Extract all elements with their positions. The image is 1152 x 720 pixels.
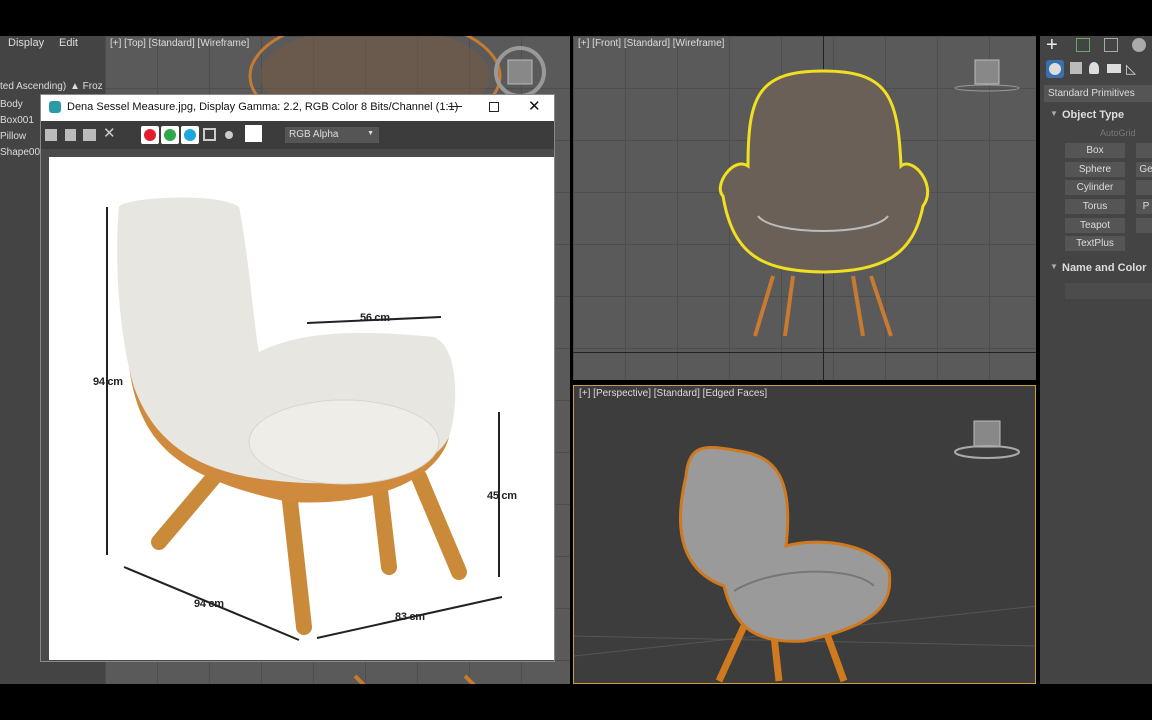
clone-icon[interactable] <box>65 129 76 141</box>
width-dimension: 83 cm <box>395 611 425 623</box>
cameras-icon[interactable] <box>1107 64 1121 73</box>
depth-dimension: 94 cm <box>194 598 224 610</box>
title-bar[interactable]: Dena Sessel Measure.jpg, Display Gamma: … <box>41 95 554 121</box>
viewport-top-label[interactable]: [+] [Top] [Standard] [Wireframe] <box>110 38 249 49</box>
helpers-icon[interactable]: ◺ <box>1126 61 1136 77</box>
viewcube-icon[interactable] <box>953 56 1023 96</box>
teapot-button[interactable]: Teapot <box>1065 218 1125 233</box>
command-panel: + ◺ Standard Primitives ▼ Object Type Au… <box>1040 34 1152 684</box>
print-icon[interactable] <box>83 129 96 141</box>
app-3dsmax-icon <box>49 101 61 113</box>
plane-button[interactable] <box>1136 218 1152 233</box>
minimize-button[interactable]: — <box>448 97 462 113</box>
sphere-button[interactable]: Sphere <box>1065 162 1125 177</box>
lights-icon[interactable] <box>1089 62 1099 74</box>
alpha-channel-toggle[interactable] <box>203 128 216 141</box>
save-icon[interactable] <box>45 129 57 141</box>
scene-item-body[interactable]: Body <box>0 99 23 110</box>
autogrid-checkbox[interactable]: AutoGrid <box>1100 128 1136 138</box>
clear-icon[interactable]: ✕ <box>103 124 116 142</box>
chair-photo <box>106 197 503 641</box>
channel-select-value: RGB Alpha <box>289 129 339 140</box>
scene-item-shape[interactable]: Shape00 <box>0 147 40 158</box>
chevron-down-icon: ▼ <box>367 130 374 137</box>
viewport-perspective-label[interactable]: [+] [Perspective] [Standard] [Edged Face… <box>579 388 767 399</box>
seat-height-dimension: 45 cm <box>487 490 517 502</box>
close-button[interactable]: ✕ <box>528 97 541 115</box>
object-name-input[interactable] <box>1065 283 1152 299</box>
pyramid-button[interactable]: P <box>1136 199 1152 214</box>
category-dropdown[interactable]: Standard Primitives <box>1044 85 1152 102</box>
torus-button[interactable]: Torus <box>1065 199 1125 214</box>
arm-width-dimension: 56 cm <box>360 312 390 324</box>
image-toolbar: ✕ RGB Alpha ▼ <box>41 121 554 149</box>
frozen-column-header[interactable]: ▲ Froz <box>70 81 103 92</box>
viewcube-compass-icon[interactable] <box>487 40 553 100</box>
image-viewer-window: Dena Sessel Measure.jpg, Display Gamma: … <box>40 94 555 662</box>
red-channel-toggle[interactable] <box>141 126 159 144</box>
create-tab-icon[interactable]: + <box>1046 34 1058 57</box>
viewport-front-label[interactable]: [+] [Front] [Standard] [Wireframe] <box>578 38 724 49</box>
box-button[interactable]: Box <box>1065 143 1125 158</box>
blue-channel-toggle[interactable] <box>181 126 199 144</box>
collapse-icon[interactable]: ▼ <box>1050 262 1058 271</box>
viewport-front[interactable]: [+] [Front] [Standard] [Wireframe] <box>573 36 1036 380</box>
name-color-header[interactable]: Name and Color <box>1062 262 1146 274</box>
reference-image: 94 cm 94 cm 83 cm 56 cm 45 cm <box>49 157 554 660</box>
cone-button[interactable] <box>1136 143 1152 158</box>
textplus-button[interactable]: TextPlus <box>1065 236 1125 251</box>
geosphere-button[interactable]: Ge <box>1136 162 1152 177</box>
hierarchy-tab-icon[interactable] <box>1104 38 1118 52</box>
sort-column-header[interactable]: ted Ascending) <box>0 81 66 92</box>
monochrome-toggle[interactable] <box>225 131 233 139</box>
object-type-header[interactable]: Object Type <box>1062 109 1124 121</box>
shapes-icon[interactable] <box>1070 62 1082 74</box>
viewcube-icon[interactable] <box>952 416 1022 461</box>
cylinder-button[interactable]: Cylinder <box>1065 180 1125 195</box>
viewport-perspective[interactable]: [+] [Perspective] [Standard] [Edged Face… <box>573 385 1036 684</box>
collapse-icon[interactable]: ▼ <box>1050 109 1058 118</box>
geometry-icon[interactable] <box>1046 60 1064 78</box>
motion-tab-icon[interactable] <box>1132 38 1146 52</box>
maximize-button[interactable] <box>489 102 499 112</box>
scene-item-box001[interactable]: Box001 <box>0 115 34 126</box>
menu-edit[interactable]: Edit <box>59 37 78 49</box>
tube-button[interactable] <box>1136 180 1152 195</box>
window-title: Dena Sessel Measure.jpg, Display Gamma: … <box>67 101 459 113</box>
channel-select[interactable]: RGB Alpha ▼ <box>285 127 379 143</box>
green-channel-toggle[interactable] <box>161 126 179 144</box>
modify-tab-icon[interactable] <box>1076 38 1090 52</box>
height-dimension: 94 cm <box>93 376 123 388</box>
background-color-swatch[interactable] <box>245 125 262 142</box>
scene-item-pillow[interactable]: Pillow <box>0 131 26 142</box>
menu-display[interactable]: Display <box>8 37 44 49</box>
